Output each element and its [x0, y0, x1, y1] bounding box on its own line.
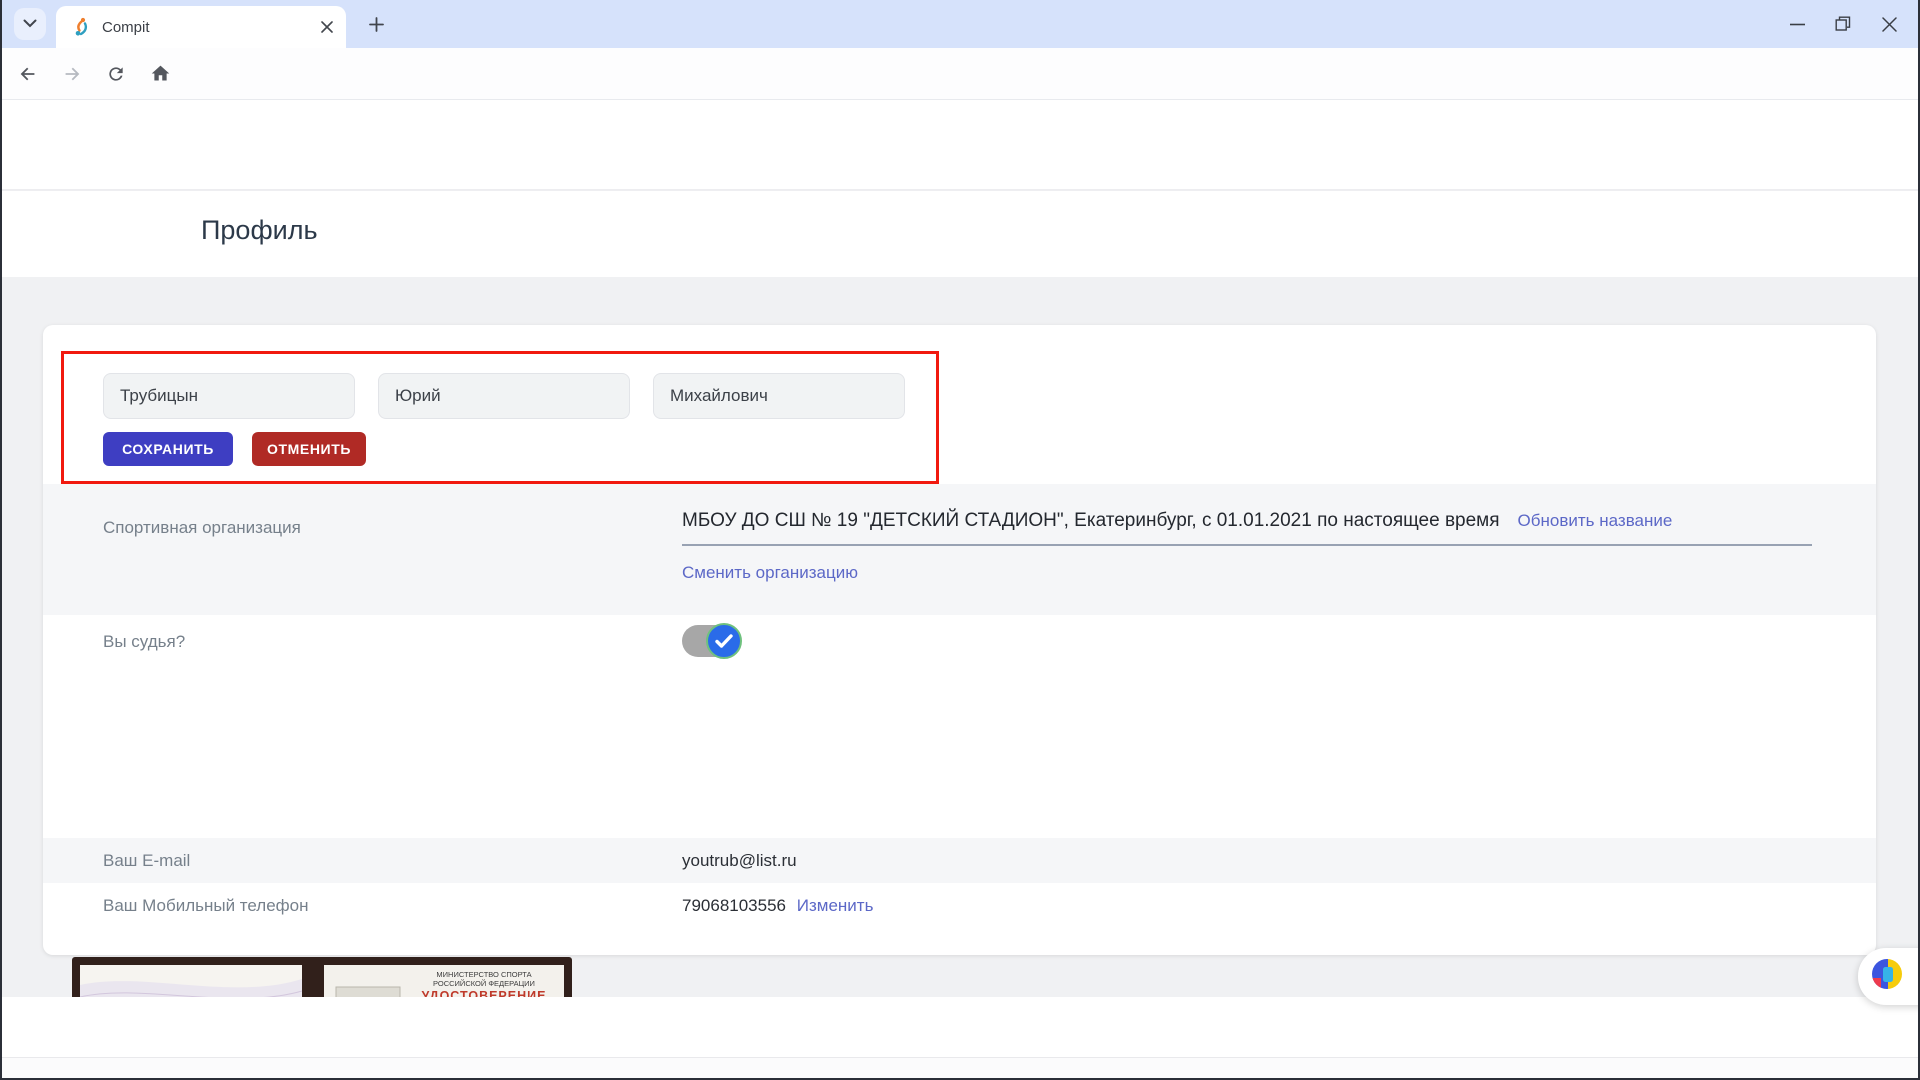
- new-tab-button[interactable]: [362, 10, 390, 38]
- home-icon[interactable]: [142, 56, 178, 92]
- email-value: youtrub@list.ru: [682, 850, 797, 870]
- footer-lower-band: [0, 1058, 1920, 1080]
- phone-row: Ваш Мобильный телефон 79068103556 Измени…: [43, 883, 1876, 928]
- chat-widget-icon: [1871, 958, 1903, 995]
- judge-label: Вы судья?: [103, 632, 186, 651]
- browser-toolbar: compit.tech/representer/profile G: [0, 48, 1920, 139]
- browser-tab[interactable]: Compit: [56, 6, 346, 48]
- close-window-button[interactable]: [1866, 0, 1912, 48]
- last-name-input[interactable]: [103, 373, 355, 419]
- organization-row: Спортивная организация МБОУ ДО СШ № 19 "…: [43, 484, 1876, 615]
- cert-ministry-2: РОССИЙСКОЙ ФЕДЕРАЦИИ: [433, 979, 535, 988]
- site-header: COMPIT Автоматизация соревнований Главна…: [0, 100, 1920, 277]
- cert-ministry-1: МИНИСТЕРСТВО СПОРТА: [436, 970, 531, 979]
- reload-icon[interactable]: [98, 56, 134, 92]
- window-frame-left: [0, 0, 2, 1080]
- middle-name-input[interactable]: [653, 373, 905, 419]
- first-name-input[interactable]: [378, 373, 630, 419]
- email-label: Ваш E-mail: [103, 850, 191, 870]
- judge-toggle[interactable]: [682, 623, 742, 659]
- organization-name: МБОУ ДО СШ № 19 "ДЕТСКИЙ СТАДИОН", Екате…: [682, 510, 1500, 531]
- window-controls: [1774, 0, 1912, 48]
- restore-button[interactable]: [1820, 0, 1866, 48]
- phone-value-block: 79068103556 Изменить: [682, 896, 873, 916]
- cancel-button[interactable]: ОТМЕНИТЬ: [252, 432, 366, 466]
- back-icon[interactable]: [10, 56, 46, 92]
- tab-search-button[interactable]: [14, 8, 46, 40]
- minimize-button[interactable]: [1774, 0, 1820, 48]
- tab-strip: Compit: [0, 0, 1920, 48]
- profile-card: СОХРАНИТЬ ОТМЕНИТЬ Спортивная организаци…: [43, 325, 1876, 1080]
- footer-band: [0, 997, 1920, 1058]
- browser-window: Compit Профиль Трубицын Юрий Михайлович …: [0, 0, 1920, 1080]
- compit-favicon-icon: [72, 17, 92, 37]
- toggle-check-icon: [706, 623, 742, 659]
- judge-row: Вы судья? МИНИСТЕРСТВО СПОРТА РОССИЙСКОЙ…: [43, 615, 1876, 1080]
- save-button[interactable]: СОХРАНИТЬ: [103, 432, 233, 466]
- organization-underlined-field: МБОУ ДО СШ № 19 "ДЕТСКИЙ СТАДИОН", Екате…: [682, 510, 1812, 546]
- phone-label: Ваш Мобильный телефон: [103, 895, 309, 915]
- chat-widget-button[interactable]: [1858, 948, 1920, 1005]
- tab-close-icon[interactable]: [318, 18, 336, 36]
- phone-value: 79068103556: [682, 895, 787, 915]
- change-organization-link[interactable]: Сменить организацию: [682, 563, 858, 583]
- tab-title: Compit: [102, 18, 150, 36]
- page-title-band: Профиль: [0, 190, 1920, 277]
- page-title: Профиль: [201, 215, 318, 245]
- chevron-down-icon: [23, 15, 37, 33]
- update-name-link[interactable]: Обновить название: [1518, 511, 1673, 531]
- phone-edit-link[interactable]: Изменить: [797, 896, 874, 915]
- organization-label: Спортивная организация: [103, 518, 301, 537]
- forward-icon[interactable]: [54, 56, 90, 92]
- organization-value-block: МБОУ ДО СШ № 19 "ДЕТСКИЙ СТАДИОН", Екате…: [682, 510, 1812, 583]
- email-row: Ваш E-mail youtrub@list.ru: [43, 838, 1876, 883]
